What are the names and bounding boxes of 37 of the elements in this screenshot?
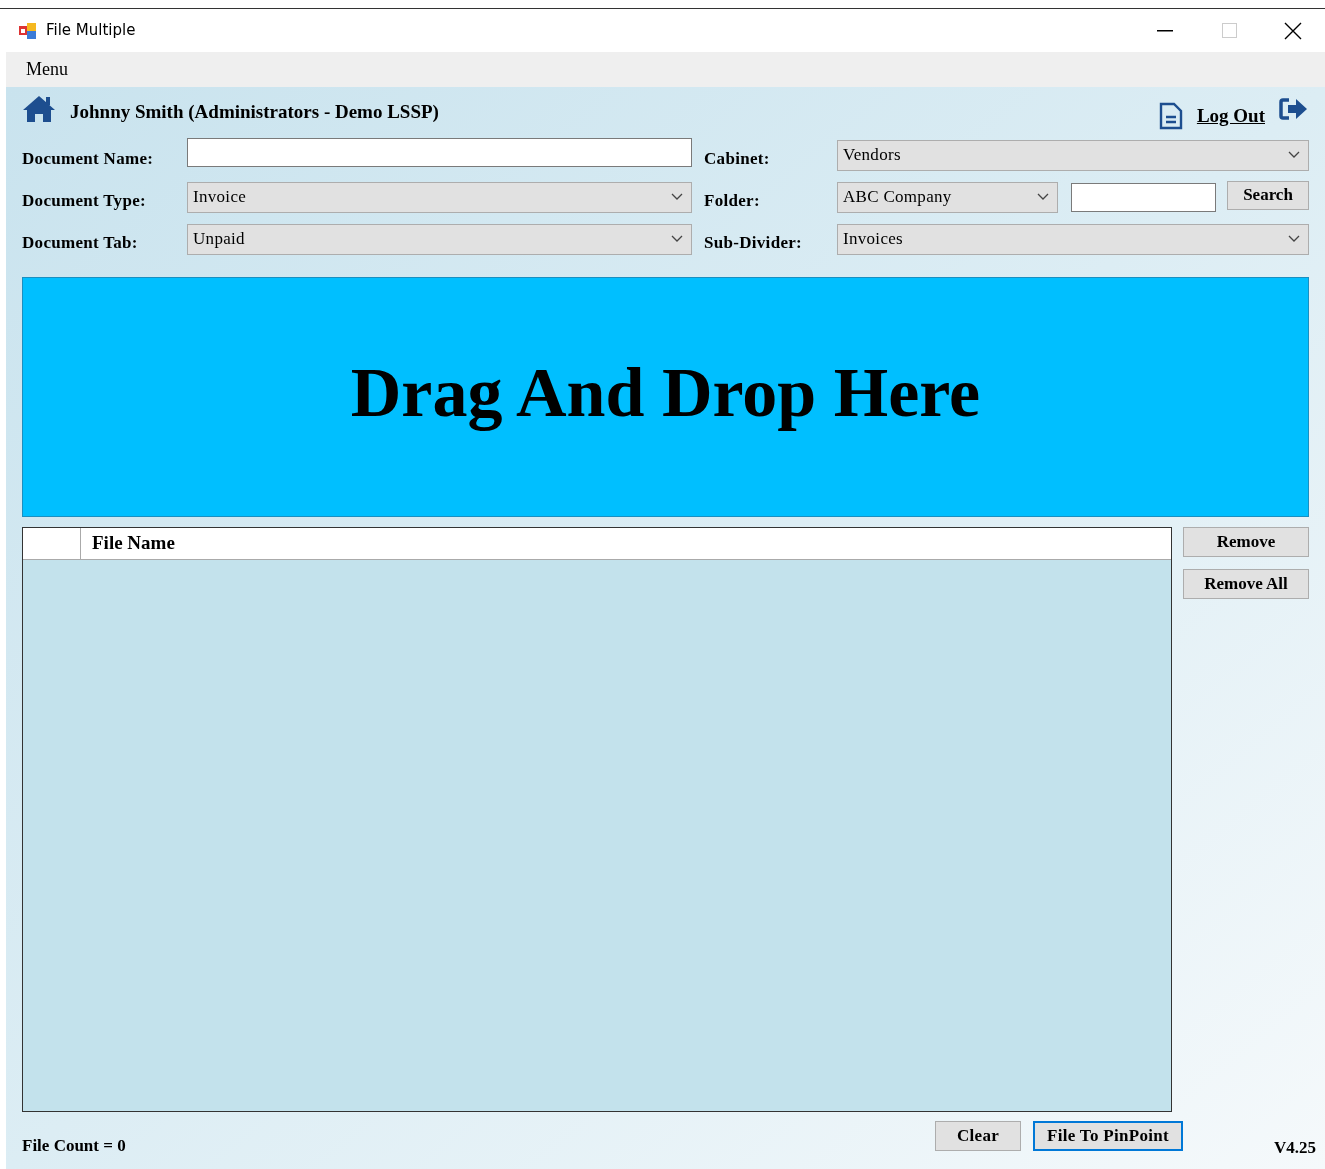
logout-link[interactable]: Log Out <box>1196 101 1265 131</box>
caret-icon <box>1288 151 1300 159</box>
file-count: File Count = 0 <box>22 1135 126 1157</box>
field-label: Document Name: <box>22 148 155 171</box>
version-label: V4.25 <box>1273 1137 1316 1159</box>
dropdown[interactable]: Vendors <box>837 139 1309 171</box>
field-label: Document Type: <box>22 190 147 213</box>
caret-icon <box>671 193 683 201</box>
document-icon[interactable] <box>1158 102 1183 130</box>
footer-button[interactable]: File To PinPoint <box>1033 1121 1183 1151</box>
window-title: File Multiple <box>46 20 136 42</box>
dropdown[interactable]: ABC Company <box>837 181 1058 213</box>
menu-item[interactable]: Menu <box>26 56 68 83</box>
user-name: Johnny Smith (Administrators - Demo LSSP) <box>70 99 439 124</box>
side-button[interactable]: Remove <box>1183 527 1309 557</box>
field-label: Document Tab: <box>22 232 139 255</box>
home-icon[interactable] <box>22 95 56 123</box>
side-button[interactable]: Remove All <box>1183 569 1309 599</box>
dropdown[interactable]: Invoices <box>837 223 1309 255</box>
drop-zone-text: Drag And Drop Here <box>350 352 981 433</box>
field-label: Cabinet: <box>704 148 771 171</box>
caret-icon <box>1037 193 1049 201</box>
dropdown[interactable]: Invoice <box>187 181 692 213</box>
footer-button[interactable]: Clear <box>935 1121 1022 1151</box>
drop-zone[interactable]: Drag And Drop Here <box>22 277 1309 517</box>
search-field[interactable] <box>1071 182 1216 212</box>
logout-icon[interactable] <box>1279 97 1309 121</box>
field-label: Folder: <box>704 190 761 213</box>
field-label: Sub-Divider: <box>704 232 804 255</box>
dropdown[interactable]: Unpaid <box>187 223 692 255</box>
app-icon <box>18 20 38 41</box>
search-button[interactable]: Search <box>1227 180 1309 210</box>
minimize-icon[interactable] <box>1157 29 1173 32</box>
close-icon[interactable] <box>1284 21 1302 40</box>
text-field[interactable] <box>187 137 692 167</box>
caret-icon <box>671 235 683 243</box>
caret-icon <box>1288 235 1300 243</box>
